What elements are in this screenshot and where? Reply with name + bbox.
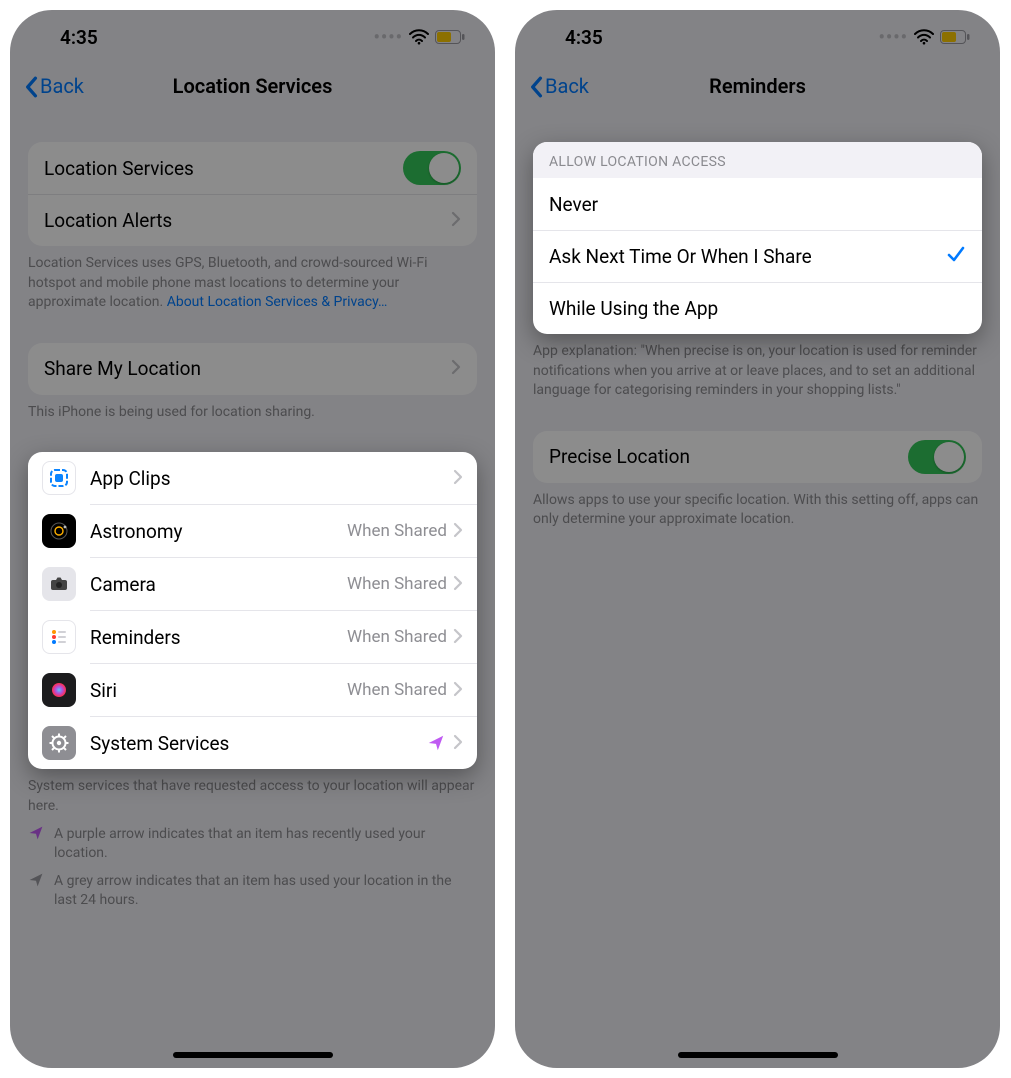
section-header: ALLOW LOCATION ACCESS (533, 142, 982, 178)
nav-header: Back Location Services (10, 60, 495, 112)
camera-icon (42, 567, 76, 601)
cellular-dots-icon: •••• (878, 27, 908, 48)
app-status: When Shared (347, 574, 447, 594)
battery-icon (435, 30, 465, 44)
app-name: App Clips (76, 467, 447, 490)
app-clips-icon (42, 461, 76, 495)
option-label: While Using the App (549, 297, 966, 320)
option-label: Ask Next Time Or When I Share (549, 245, 946, 268)
location-access-options: ALLOW LOCATION ACCESS Never Ask Next Tim… (533, 142, 982, 334)
status-right: •••• (878, 27, 970, 48)
app-status: When Shared (347, 521, 447, 541)
option-label: Never (549, 193, 966, 216)
share-location-card: Share My Location (28, 343, 477, 395)
phone-location-services: 4:35 •••• Back Location Services Locati (10, 10, 495, 1068)
precise-location-row[interactable]: Precise Location (533, 431, 982, 483)
chevron-right-icon (453, 626, 463, 649)
location-services-toggle[interactable] (403, 151, 461, 185)
phone-reminders: 4:35 •••• Back Reminders ALLOW LOCATION … (515, 10, 1000, 1068)
app-name: Camera (76, 573, 347, 596)
astronomy-icon (42, 514, 76, 548)
system-services-footnote: System services that have requested acce… (10, 769, 495, 816)
location-arrow-icon (427, 734, 445, 752)
app-row-camera[interactable]: Camera When Shared (28, 558, 477, 610)
chevron-right-icon (453, 732, 463, 755)
battery-icon (940, 30, 970, 44)
app-status: When Shared (347, 680, 447, 700)
precise-location-footnote: Allows apps to use your specific locatio… (515, 483, 1000, 530)
purple-arrow-footnote: A purple arrow indicates that an item ha… (10, 817, 495, 864)
app-explanation-footnote: App explanation: "When precise is on, yo… (515, 334, 1000, 401)
apps-card: App Clips Astronomy When Shared (28, 452, 477, 769)
option-never[interactable]: Never (533, 178, 982, 230)
app-row-reminders[interactable]: Reminders When Shared (28, 611, 477, 663)
app-name: Reminders (76, 626, 347, 649)
chevron-right-icon (451, 357, 461, 380)
app-row-astronomy[interactable]: Astronomy When Shared (28, 505, 477, 557)
home-indicator[interactable] (173, 1052, 333, 1058)
chevron-right-icon (453, 467, 463, 490)
precise-location-card: Precise Location (533, 431, 982, 483)
location-arrow-icon (28, 825, 44, 848)
share-my-location-label: Share My Location (44, 357, 451, 380)
location-arrow-icon (28, 872, 44, 895)
location-alerts-label: Location Alerts (44, 209, 451, 232)
status-right: •••• (373, 27, 465, 48)
location-services-label: Location Services (44, 157, 403, 180)
app-row-siri[interactable]: Siri When Shared (28, 664, 477, 716)
back-button[interactable]: Back (24, 74, 84, 98)
wifi-icon (409, 29, 429, 45)
location-alerts-row[interactable]: Location Alerts (28, 194, 477, 246)
back-label: Back (40, 74, 84, 98)
nav-header: Back Reminders (515, 60, 1000, 112)
chevron-right-icon (451, 209, 461, 232)
share-location-footnote: This iPhone is being used for location s… (10, 395, 495, 423)
status-time: 4:35 (565, 26, 603, 49)
app-row-app-clips[interactable]: App Clips (28, 452, 477, 504)
location-services-card: Location Services Location Alerts (28, 142, 477, 246)
app-row-system-services[interactable]: System Services (28, 717, 477, 769)
status-bar: 4:35 •••• (10, 10, 495, 60)
chevron-right-icon (453, 573, 463, 596)
app-name: System Services (76, 732, 427, 755)
grey-arrow-footnote: A grey arrow indicates that an item has … (10, 864, 495, 911)
about-privacy-link[interactable]: About Location Services & Privacy… (167, 294, 388, 310)
gear-icon (42, 726, 76, 760)
reminders-icon (42, 620, 76, 654)
checkmark-icon (946, 244, 966, 270)
chevron-right-icon (453, 520, 463, 543)
precise-location-label: Precise Location (549, 445, 908, 468)
home-indicator[interactable] (678, 1052, 838, 1058)
app-name: Astronomy (76, 520, 347, 543)
siri-icon (42, 673, 76, 707)
share-my-location-row[interactable]: Share My Location (28, 343, 477, 395)
precise-location-toggle[interactable] (908, 440, 966, 474)
app-status: When Shared (347, 627, 447, 647)
chevron-back-icon (24, 76, 38, 98)
location-services-row[interactable]: Location Services (28, 142, 477, 194)
chevron-back-icon (529, 76, 543, 98)
option-ask-next-time[interactable]: Ask Next Time Or When I Share (533, 230, 982, 282)
back-label: Back (545, 74, 589, 98)
location-services-footnote: Location Services uses GPS, Bluetooth, a… (10, 246, 495, 313)
status-bar: 4:35 •••• (515, 10, 1000, 60)
wifi-icon (914, 29, 934, 45)
back-button[interactable]: Back (529, 74, 589, 98)
app-name: Siri (76, 679, 347, 702)
option-while-using[interactable]: While Using the App (533, 282, 982, 334)
status-time: 4:35 (60, 26, 98, 49)
cellular-dots-icon: •••• (373, 27, 403, 48)
chevron-right-icon (453, 679, 463, 702)
